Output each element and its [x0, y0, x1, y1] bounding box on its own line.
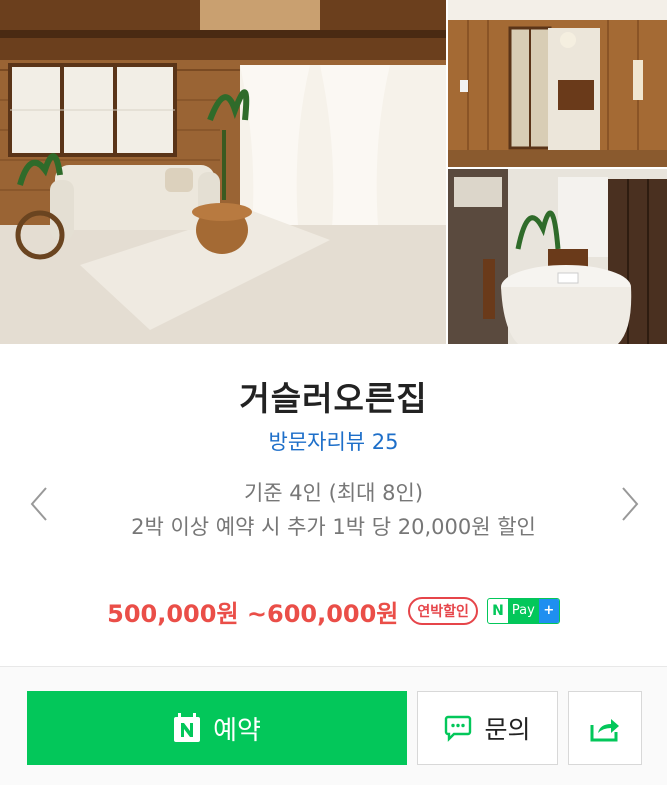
- promo-text: 2박 이상 예약 시 추가 1박 당 20,000원 할인: [131, 515, 536, 539]
- prev-arrow-icon[interactable]: [24, 482, 54, 526]
- price-range: 500,000원 ~600,000원: [107, 599, 399, 628]
- listing-info: 거슬러오른집 방문자리뷰 25 기준 4인 (최대 8인) 2박 이상 예약 시…: [0, 344, 667, 666]
- photo-dining-room[interactable]: [448, 169, 667, 344]
- photo-living-room[interactable]: [0, 0, 446, 344]
- share-button[interactable]: [568, 691, 642, 765]
- naver-calendar-icon: [173, 713, 201, 743]
- inquiry-button[interactable]: 문의: [417, 691, 558, 765]
- reserve-label: 예약: [213, 715, 261, 746]
- share-icon: [589, 713, 621, 743]
- inquiry-label: 문의: [484, 715, 531, 744]
- reserve-button[interactable]: 예약: [27, 691, 407, 765]
- npay-badge: N Pay +: [486, 598, 560, 624]
- npay-n-logo: N: [487, 603, 508, 619]
- visitor-review-link[interactable]: 방문자리뷰 25: [0, 426, 667, 456]
- photo-hallway[interactable]: [448, 0, 667, 167]
- chat-bubble-icon: [444, 714, 472, 742]
- photo-gallery: [0, 0, 667, 344]
- npay-plus-icon: +: [538, 599, 559, 623]
- long-stay-discount-badge: 연박할인: [408, 597, 478, 625]
- listing-title: 거슬러오른집: [239, 379, 428, 418]
- capacity-text: 기준 4인 (최대 8인): [243, 481, 424, 505]
- action-bar: 예약 문의: [0, 667, 667, 785]
- next-arrow-icon[interactable]: [615, 482, 645, 526]
- price-row: 500,000원 ~600,000원 연박할인 N Pay +: [0, 594, 667, 628]
- listing-description: 기준 4인 (최대 8인) 2박 이상 예약 시 추가 1박 당 20,000원…: [95, 476, 572, 544]
- npay-pay-label: Pay: [507, 599, 539, 623]
